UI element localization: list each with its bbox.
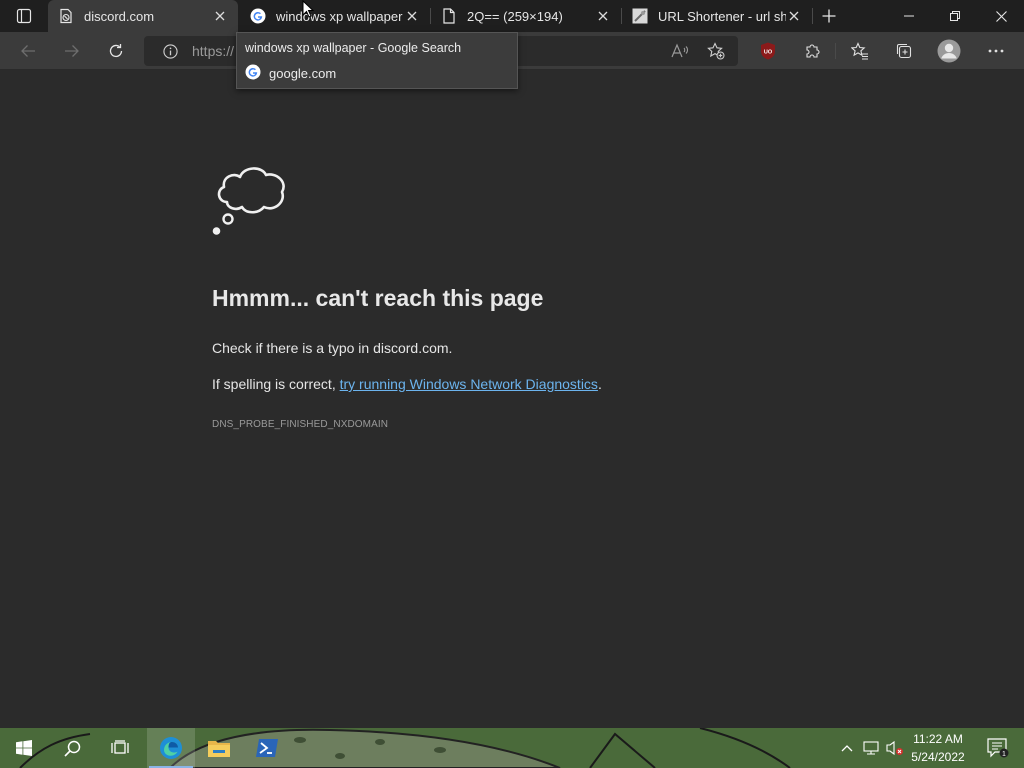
forward-button[interactable]	[57, 36, 87, 66]
close-window-button[interactable]	[978, 0, 1024, 32]
page-icon	[441, 8, 457, 24]
error-typo-hint: Check if there is a typo in discord.com.	[212, 340, 453, 356]
error-diagnostics-hint: If spelling is correct, try running Wind…	[212, 376, 602, 392]
tab-close-icon[interactable]	[786, 8, 802, 24]
forward-arrow-icon	[65, 45, 79, 57]
avatar	[937, 39, 961, 63]
back-arrow-icon	[21, 45, 35, 57]
tab-discord[interactable]: discord.com	[48, 0, 238, 32]
ublock-origin-button[interactable]: UO	[756, 40, 780, 62]
clock-time: 11:22 AM	[913, 732, 963, 746]
task-view-button[interactable]	[96, 728, 144, 768]
back-button[interactable]	[13, 36, 43, 66]
info-icon	[162, 43, 178, 59]
tab-close-icon[interactable]	[212, 8, 228, 24]
add-favorite-button[interactable]	[704, 40, 728, 62]
thought-cloud-icon	[212, 167, 285, 235]
minimize-button[interactable]	[886, 0, 932, 32]
tab-url-shortener[interactable]: URL Shortener - url shortener	[622, 0, 812, 32]
taskbar-file-explorer[interactable]	[195, 728, 243, 768]
collections-button[interactable]	[892, 40, 916, 62]
taskbar-powershell[interactable]	[243, 728, 291, 768]
error-code: DNS_PROBE_FINISHED_NXDOMAIN	[212, 419, 389, 430]
tab-image[interactable]: 2Q== (259×194)	[431, 0, 621, 32]
powershell-icon	[256, 739, 278, 757]
read-aloud-button[interactable]	[668, 40, 692, 62]
taskbar: 1	[0, 728, 1024, 768]
refresh-icon	[109, 44, 123, 58]
discord-tab-icon	[58, 8, 74, 24]
task-view-icon	[111, 740, 129, 754]
restore-icon	[950, 11, 960, 21]
collections-icon	[896, 43, 912, 59]
error-title: Hmmm... can't reach this page	[212, 285, 544, 311]
tab-google-search[interactable]: windows xp wallpaper - Google Search	[240, 0, 430, 32]
restore-button[interactable]	[932, 0, 978, 32]
notification-icon: 1	[987, 738, 1009, 758]
url-text[interactable]: https://	[192, 43, 234, 59]
notification-count: 1	[1002, 751, 1006, 758]
tab-label: discord.com	[84, 8, 155, 24]
tab-hover-card: windows xp wallpaper - Google Search goo…	[236, 32, 518, 89]
hover-card-title: windows xp wallpaper - Google Search	[245, 41, 462, 55]
profile-button[interactable]	[936, 38, 962, 64]
show-hidden-icons-button[interactable]	[836, 728, 858, 768]
refresh-button[interactable]	[101, 36, 131, 66]
tab-separator	[812, 8, 813, 24]
tab-actions-button[interactable]	[12, 6, 36, 26]
diagnostics-prefix: If spelling is correct,	[212, 376, 340, 392]
minimize-icon	[904, 15, 914, 17]
tab-label: windows xp wallpaper - Google Search	[276, 8, 404, 24]
hover-card-domain: google.com	[269, 66, 337, 81]
plus-icon	[822, 9, 836, 23]
close-icon	[995, 10, 1007, 22]
tab-close-icon[interactable]	[595, 8, 611, 24]
clock-date: 5/24/2022	[911, 750, 965, 764]
favorites-button[interactable]	[848, 40, 872, 62]
network-tray-button[interactable]	[860, 728, 882, 768]
file-explorer-icon	[208, 741, 230, 757]
google-icon	[250, 8, 266, 24]
tab-strip: discord.com windows xp wallpaper - Googl…	[0, 0, 1024, 32]
tab-close-icon[interactable]	[404, 8, 420, 24]
chevron-up-icon	[841, 745, 853, 752]
url-shortener-icon	[632, 8, 648, 24]
network-diagnostics-link[interactable]: try running Windows Network Diagnostics	[340, 376, 598, 392]
star-add-icon	[707, 42, 725, 60]
extensions-button[interactable]	[800, 40, 824, 62]
read-aloud-icon	[671, 43, 689, 58]
windows-start-icon	[16, 740, 32, 756]
diagnostics-suffix: .	[597, 376, 602, 392]
svg-text:UO: UO	[764, 50, 773, 56]
ublock-origin-icon: UO	[761, 42, 775, 60]
settings-menu-button[interactable]	[984, 40, 1008, 62]
start-button[interactable]	[0, 728, 48, 768]
toolbar-separator	[835, 43, 836, 59]
edge-icon	[160, 737, 182, 759]
mouse-cursor-icon	[302, 0, 314, 18]
network-icon	[863, 741, 879, 755]
google-icon	[245, 64, 261, 80]
search-icon	[63, 740, 80, 757]
new-tab-button[interactable]	[816, 4, 842, 28]
puzzle-icon	[805, 43, 820, 58]
more-icon	[988, 49, 1004, 53]
taskbar-search-button[interactable]	[48, 728, 96, 768]
site-info-button[interactable]	[160, 41, 180, 61]
tab-label: URL Shortener - url shortener	[658, 8, 786, 24]
notification-center-button[interactable]: 1	[976, 728, 1020, 768]
tab-actions-icon	[16, 8, 32, 24]
taskbar-edge[interactable]	[147, 728, 195, 768]
favorites-icon	[851, 42, 868, 60]
tab-label: 2Q== (259×194)	[467, 8, 563, 24]
